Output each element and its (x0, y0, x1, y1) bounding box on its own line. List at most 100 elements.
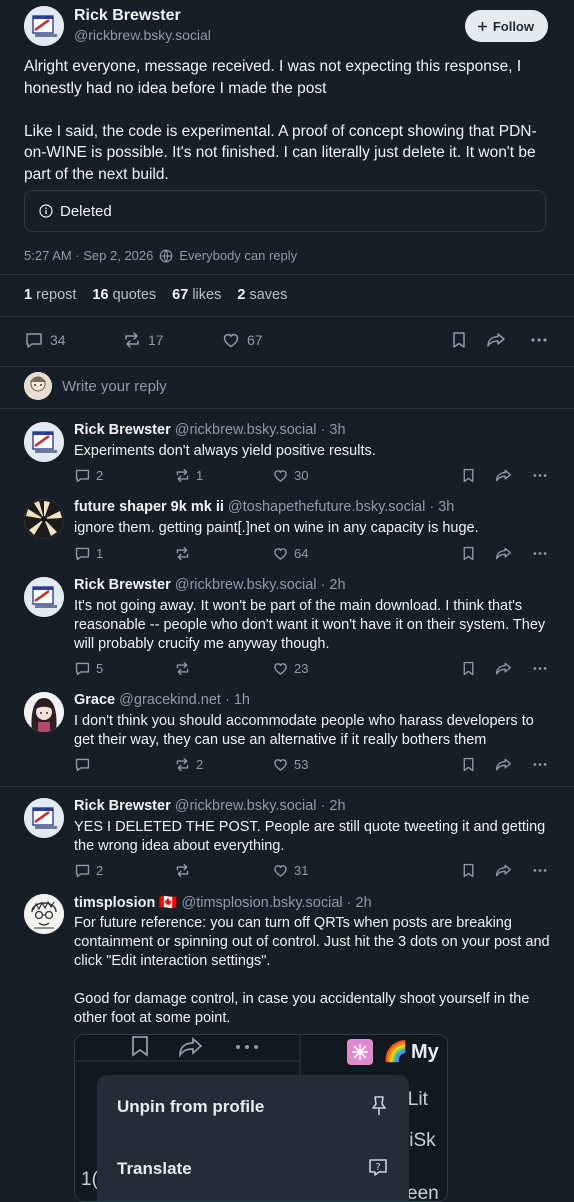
bookmark-button[interactable] (460, 545, 477, 562)
reply-button[interactable]: 1 (74, 545, 103, 562)
repost-icon (174, 545, 191, 562)
bookmark-button[interactable] (460, 862, 477, 879)
like-button[interactable]: 23 (272, 660, 308, 677)
reply-author-handle[interactable]: @timsplosion.bsky.social (182, 895, 343, 911)
share-button[interactable] (494, 467, 513, 484)
like-button[interactable]: 30 (272, 467, 308, 484)
bookmark-icon (449, 330, 469, 350)
context-menu: Unpin from profile Translate ? (97, 1075, 409, 1201)
more-options-button[interactable] (530, 330, 548, 350)
rainbow-icon: 🌈 (383, 1041, 408, 1063)
share-button[interactable] (494, 660, 513, 677)
repost-icon (174, 862, 191, 879)
reply-time[interactable]: · 2h (347, 895, 372, 911)
image-side-text: My (411, 1041, 439, 1063)
repost-button[interactable] (174, 545, 191, 562)
repost-button[interactable]: 1 (174, 467, 203, 484)
bookmark-icon (460, 660, 477, 677)
reply-author-handle[interactable]: @toshapethefuture.bsky.social (228, 499, 425, 515)
pin-icon (372, 1096, 386, 1115)
avatar[interactable] (24, 692, 64, 732)
avatar[interactable] (24, 894, 64, 934)
reply-image[interactable]: 🌈 My y Lit liSk een 1( Unpin from profil… (74, 1034, 448, 1202)
like-button[interactable]: 31 (272, 862, 308, 879)
flag-icon: 🇨🇦 (159, 895, 178, 911)
reply-button[interactable]: 34 (24, 330, 66, 350)
more-options-button[interactable] (532, 756, 548, 773)
repost-button[interactable]: 17 (122, 330, 164, 350)
reply-author-name[interactable]: Rick Brewster (74, 798, 171, 814)
reply-author-name[interactable]: Rick Brewster (74, 422, 171, 438)
reply-author-name[interactable]: Rick Brewster (74, 577, 171, 593)
saves-stat[interactable]: 2 saves (237, 287, 287, 303)
reply-time[interactable]: · 1h (225, 692, 250, 708)
plus-icon (477, 21, 488, 32)
avatar[interactable] (24, 6, 64, 46)
avatar[interactable] (24, 577, 64, 617)
like-button[interactable]: 67 (221, 330, 263, 350)
bookmark-icon (460, 545, 477, 562)
more-options-button[interactable] (532, 862, 548, 879)
more-icon (532, 756, 548, 773)
image-side-text: liSk (405, 1130, 436, 1151)
reposts-stat[interactable]: 1 repost (24, 287, 76, 303)
share-icon (494, 862, 513, 879)
reply-author-handle[interactable]: @rickbrew.bsky.social (175, 422, 317, 438)
bookmark-button[interactable] (449, 330, 469, 350)
avatar[interactable] (24, 422, 64, 462)
reply-time[interactable]: · 2h (321, 577, 346, 593)
reply-author-name[interactable]: timsplosion (74, 895, 155, 911)
share-button[interactable] (494, 862, 513, 879)
like-button[interactable]: 53 (272, 756, 308, 773)
reply-author-name[interactable]: future shaper 9k mk ii (74, 499, 224, 515)
reply-author-handle[interactable]: @rickbrew.bsky.social (175, 798, 317, 814)
like-button[interactable]: 64 (272, 545, 308, 562)
author-handle[interactable]: @rickbrew.bsky.social (74, 27, 211, 43)
reply-header: Rick Brewster @rickbrew.bsky.social · 2h (74, 577, 346, 593)
reply-button[interactable]: 2 (74, 862, 103, 879)
follow-button[interactable]: Follow (464, 10, 548, 42)
repost-button[interactable] (174, 660, 191, 677)
likes-count: 30 (294, 468, 309, 483)
divider (0, 408, 574, 409)
reply-author-handle[interactable]: @rickbrew.bsky.social (175, 577, 317, 593)
bookmark-button[interactable] (460, 467, 477, 484)
more-icon (532, 467, 548, 484)
reposts-count: 1 (196, 468, 204, 483)
repost-button[interactable] (174, 862, 191, 879)
post-timestamp[interactable]: 5:27 AM · Sep 2, 2026 (24, 248, 153, 263)
reply-button[interactable] (74, 756, 91, 773)
reply-time[interactable]: · 3h (321, 422, 346, 438)
reply-header: Grace @gracekind.net · 1h (74, 692, 250, 708)
avatar[interactable] (24, 499, 64, 539)
share-button[interactable] (494, 756, 513, 773)
more-options-button[interactable] (532, 467, 548, 484)
bookmark-button[interactable] (460, 756, 477, 773)
more-options-button[interactable] (532, 545, 548, 562)
avatar[interactable] (24, 798, 64, 838)
share-button[interactable] (494, 545, 513, 562)
reply-button[interactable]: 2 (74, 467, 103, 484)
deleted-label: Deleted (60, 202, 112, 220)
repost-button[interactable]: 2 (174, 756, 203, 773)
reply-actions: 1 64 (74, 545, 548, 563)
likes-count: 23 (294, 661, 309, 676)
likes-stat[interactable]: 67 likes (172, 287, 221, 303)
reply-author-handle[interactable]: @gracekind.net (119, 692, 221, 708)
author-name[interactable]: Rick Brewster (74, 7, 181, 25)
reply-text: YES I DELETED THE POST. People are still… (74, 819, 550, 854)
bookmark-button[interactable] (460, 660, 477, 677)
write-reply-box[interactable]: Write your reply (24, 372, 167, 400)
repost-icon (174, 660, 191, 677)
more-options-button[interactable] (532, 660, 548, 677)
quotes-stat[interactable]: 16 quotes (92, 287, 156, 303)
reply-author-name[interactable]: Grace (74, 692, 115, 708)
reply-button[interactable]: 5 (74, 660, 103, 677)
post-header: Rick Brewster @rickbrew.bsky.social Foll… (24, 6, 548, 46)
likes-count: 64 (294, 546, 309, 561)
reply-time[interactable]: · 3h (429, 499, 454, 515)
reply-header: Rick Brewster @rickbrew.bsky.social · 3h (74, 422, 346, 438)
reply-time[interactable]: · 2h (321, 798, 346, 814)
share-button[interactable] (485, 330, 507, 350)
reply-setting[interactable]: Everybody can reply (179, 248, 297, 263)
